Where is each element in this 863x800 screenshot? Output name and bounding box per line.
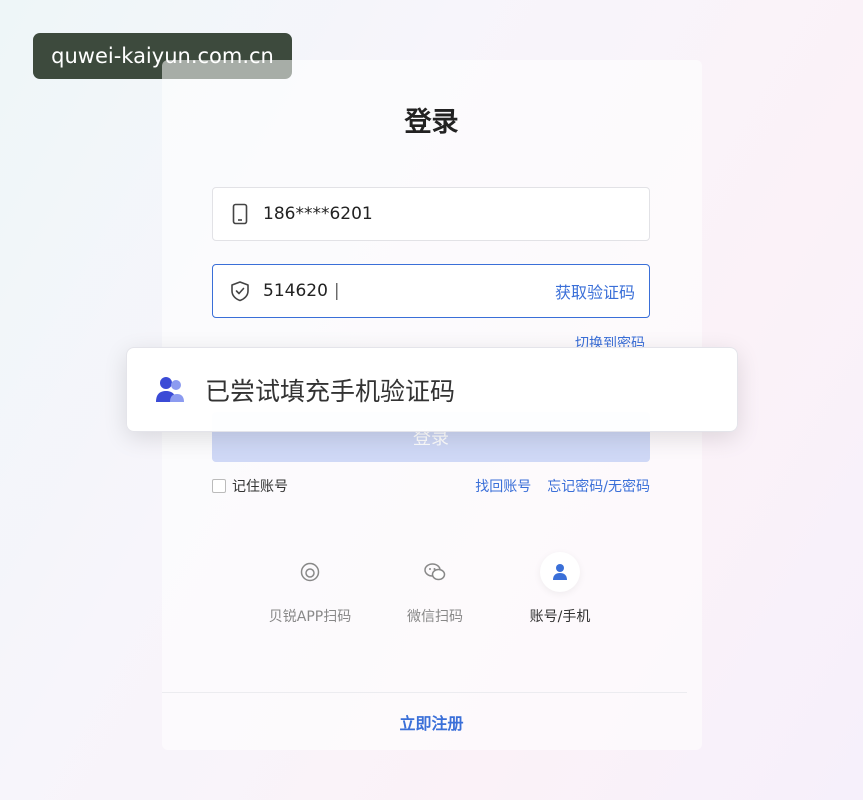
forgot-password-link[interactable]: 忘记密码/无密码 <box>547 476 650 496</box>
method-account-phone[interactable]: 账号/手机 <box>505 552 615 626</box>
text-cursor: | <box>333 281 340 301</box>
phone-field[interactable]: 186****6201 <box>212 187 650 241</box>
remember-account[interactable]: 记住账号 <box>212 476 288 496</box>
page-title: 登录 <box>404 107 459 138</box>
method-wechat[interactable]: 微信扫码 <box>380 552 490 626</box>
code-input[interactable]: 514620 | <box>263 281 555 301</box>
method-app-scan[interactable]: 贝锐APP扫码 <box>255 552 365 626</box>
wechat-icon <box>415 552 455 592</box>
code-field[interactable]: 514620 | 获取验证码 <box>212 264 650 318</box>
get-code-button[interactable]: 获取验证码 <box>555 279 635 303</box>
code-value: 514620 <box>263 281 328 301</box>
phone-input[interactable]: 186****6201 <box>263 204 649 224</box>
remember-checkbox[interactable] <box>212 479 226 493</box>
account-links: 找回账号 忘记密码/无密码 <box>475 476 650 496</box>
method-label: 微信扫码 <box>407 609 463 625</box>
autofill-toast: 已尝试填充手机验证码 <box>126 347 738 432</box>
method-label: 账号/手机 <box>529 609 591 625</box>
method-label: 贝锐APP扫码 <box>268 609 352 625</box>
login-methods: 贝锐APP扫码 微信扫码 账号/手机 <box>255 552 615 626</box>
find-account-link[interactable]: 找回账号 <box>475 476 531 496</box>
remember-label: 记住账号 <box>232 479 288 495</box>
users-icon <box>153 373 187 407</box>
app-scan-icon <box>290 552 330 592</box>
user-icon <box>540 552 580 592</box>
divider <box>162 692 687 693</box>
shield-icon <box>229 280 251 302</box>
toast-message: 已尝试填充手机验证码 <box>205 376 456 406</box>
register-link[interactable]: 立即注册 <box>0 710 863 734</box>
phone-icon <box>229 203 251 225</box>
